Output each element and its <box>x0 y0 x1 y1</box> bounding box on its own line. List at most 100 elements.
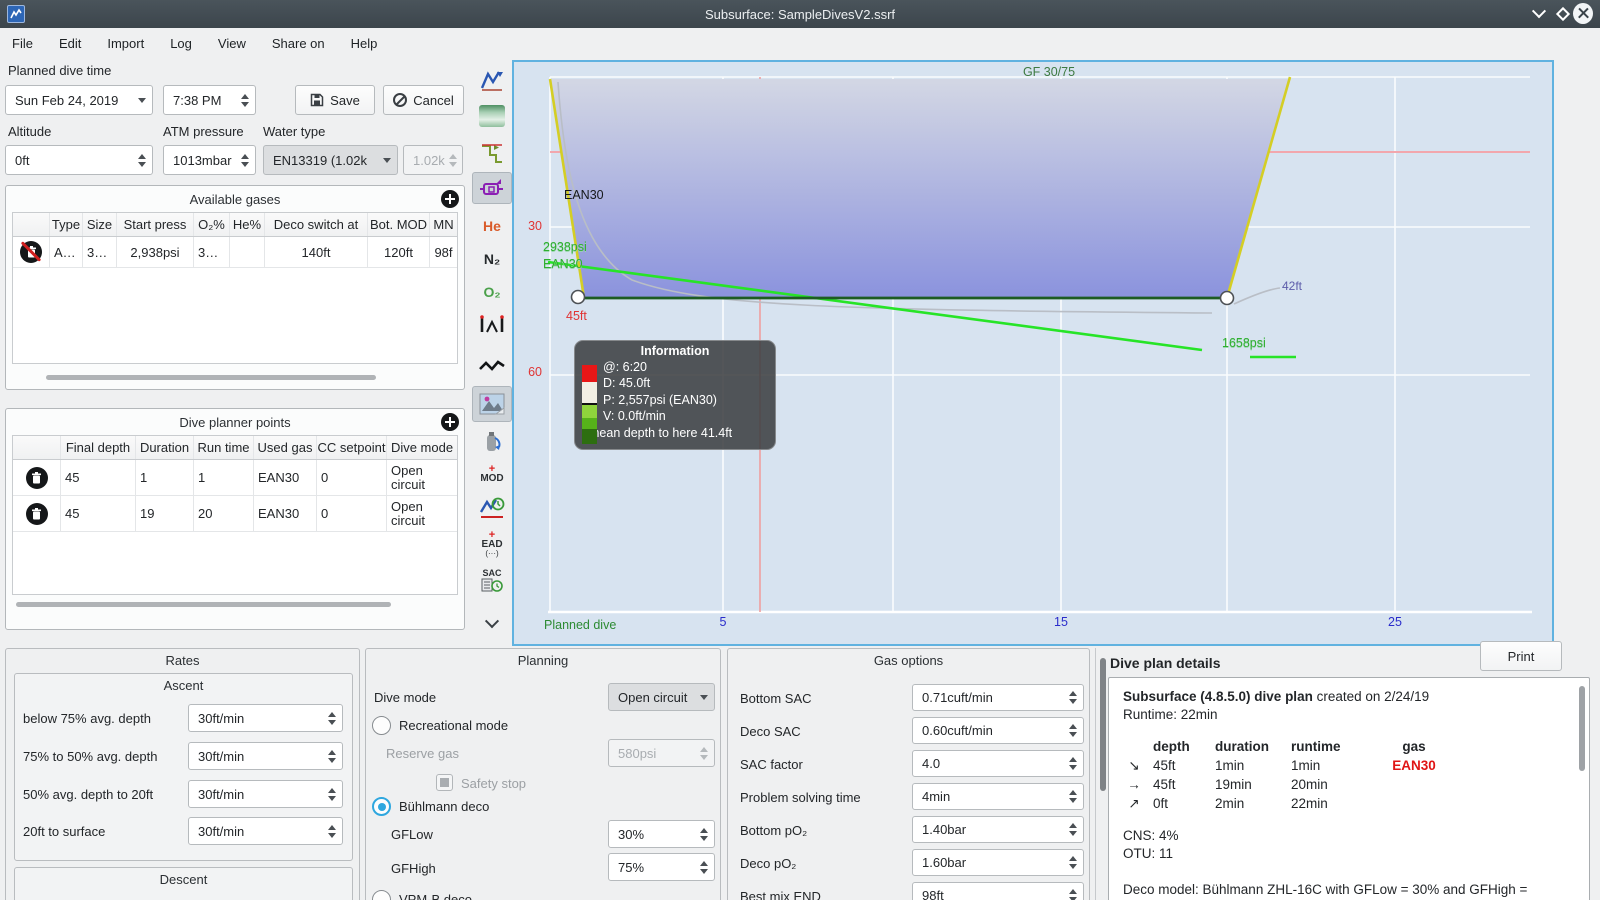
gasopt-spinner[interactable]: 1.60bar <box>912 849 1084 876</box>
gfhigh-spinner[interactable]: 75% <box>608 853 715 881</box>
menu-edit[interactable]: Edit <box>59 36 81 51</box>
point-depth[interactable]: 45 <box>61 460 136 495</box>
menu-import[interactable]: Import <box>107 36 144 51</box>
menu-log[interactable]: Log <box>170 36 192 51</box>
gas-mnd[interactable]: 98f <box>430 237 457 267</box>
col-start-press[interactable]: Start press <box>117 213 194 236</box>
gas-switch-icon[interactable] <box>472 426 512 458</box>
col-run-time[interactable]: Run time <box>194 436 254 459</box>
mod-icon[interactable]: + MOD <box>472 458 512 490</box>
spinner-arrows-icon[interactable] <box>322 781 342 807</box>
gflow-spinner[interactable]: 30% <box>608 820 715 848</box>
buhlmann-deco-radio[interactable] <box>372 797 391 816</box>
gasopt-spinner[interactable]: 1.40bar <box>912 816 1084 843</box>
atm-pressure-spinner[interactable]: 1013mbar <box>163 145 256 175</box>
gasopt-spinner[interactable]: 0.60cuft/min <box>912 717 1084 744</box>
spinner-arrows-icon[interactable] <box>1063 817 1083 842</box>
delete-point-icon[interactable] <box>25 502 48 525</box>
point-duration[interactable]: 19 <box>136 496 194 531</box>
delete-point-icon[interactable] <box>25 466 48 489</box>
point-gas[interactable]: EAN30 <box>254 460 317 495</box>
spinner-arrows-icon[interactable] <box>322 705 342 731</box>
spinner-arrows-icon[interactable] <box>1063 883 1083 900</box>
point-mode[interactable]: Open circuit <box>387 496 457 531</box>
spinner-arrows-icon[interactable] <box>1063 784 1083 809</box>
profile-toggle-icon[interactable] <box>472 64 512 96</box>
spinner-arrows-icon[interactable] <box>694 821 714 847</box>
altitude-spinner[interactable]: 0ft <box>5 145 153 175</box>
spinner-arrows-icon[interactable] <box>1063 685 1083 710</box>
col-dive-mode[interactable]: Dive mode <box>387 436 457 459</box>
minimize-icon[interactable] <box>1529 4 1549 24</box>
col-size[interactable]: Size <box>83 213 117 236</box>
col-deco-switch[interactable]: Deco switch at <box>265 213 368 236</box>
print-button[interactable]: Print <box>1480 641 1562 671</box>
menu-view[interactable]: View <box>218 36 246 51</box>
dc-ceiling-icon[interactable] <box>472 492 512 524</box>
dive-time-spinner[interactable]: 7:38 PM <box>163 85 256 115</box>
profile-handle[interactable] <box>570 289 586 305</box>
gasopt-spinner[interactable]: 98ft <box>912 882 1084 900</box>
profile-handle[interactable] <box>1219 290 1235 306</box>
close-icon[interactable] <box>1573 2 1593 24</box>
spinner-arrows-icon[interactable] <box>235 86 255 114</box>
gas-deco-switch[interactable]: 140ft <box>265 237 368 267</box>
toolbar-scroll-down-icon[interactable] <box>472 608 512 640</box>
gasopt-spinner[interactable]: 0.71cuft/min <box>912 684 1084 711</box>
spinner-arrows-icon[interactable] <box>694 854 714 880</box>
col-type[interactable]: Type <box>50 213 83 236</box>
point-row[interactable]: 45 19 20 EAN30 0 Open circuit <box>13 496 457 532</box>
gas-start-press[interactable]: 2,938psi <box>117 237 194 267</box>
rate-spinner[interactable]: 30ft/min <box>188 817 343 845</box>
gas-row[interactable]: A… 3… 2,938psi 3… 140ft 120ft 98f <box>13 237 457 268</box>
notes-vscrollbar[interactable] <box>1579 686 1585 771</box>
rate-spinner[interactable]: 30ft/min <box>188 742 343 770</box>
gasopt-spinner[interactable]: 4min <box>912 783 1084 810</box>
col-o2[interactable]: O₂% <box>194 213 230 236</box>
spinner-arrows-icon[interactable] <box>132 146 152 174</box>
point-depth[interactable]: 45 <box>61 496 136 531</box>
spinner-arrows-icon[interactable] <box>1063 850 1083 875</box>
cancel-button[interactable]: Cancel <box>383 85 464 115</box>
col-duration[interactable]: Duration <box>136 436 194 459</box>
col-mnd[interactable]: MN <box>430 213 457 236</box>
point-runtime[interactable]: 20 <box>194 496 254 531</box>
col-final-depth[interactable]: Final depth <box>61 436 136 459</box>
spinner-arrows-icon[interactable] <box>322 818 342 844</box>
gas-size[interactable]: 3… <box>83 237 117 267</box>
delete-gas-icon[interactable] <box>20 241 42 263</box>
point-setpoint[interactable]: 0 <box>317 460 387 495</box>
tank-pressure-icon[interactable] <box>472 309 512 341</box>
spinner-arrows-icon[interactable] <box>235 146 255 174</box>
recreational-mode-radio[interactable] <box>372 716 391 735</box>
add-gas-button[interactable] <box>441 190 459 208</box>
gas-type[interactable]: A… <box>50 237 83 267</box>
spinner-arrows-icon[interactable] <box>1063 751 1083 776</box>
rate-spinner[interactable]: 30ft/min <box>188 704 343 732</box>
point-runtime[interactable]: 1 <box>194 460 254 495</box>
gas-bot-mod[interactable]: 120ft <box>368 237 430 267</box>
calculated-ceiling-icon[interactable] <box>472 138 512 170</box>
point-setpoint[interactable]: 0 <box>317 496 387 531</box>
save-button[interactable]: Save <box>295 85 375 115</box>
point-gas[interactable]: EAN30 <box>254 496 317 531</box>
point-row[interactable]: 45 1 1 EAN30 0 Open circuit <box>13 460 457 496</box>
col-cc-setpoint[interactable]: CC setpoint <box>317 436 387 459</box>
rate-spinner[interactable]: 30ft/min <box>188 780 343 808</box>
ead-icon[interactable]: + EAD (···) <box>472 528 512 560</box>
point-mode[interactable]: Open circuit <box>387 460 457 495</box>
col-bot-mod[interactable]: Bot. MOD <box>368 213 430 236</box>
oxygen-graph-icon[interactable]: O₂ <box>472 276 512 308</box>
helium-graph-icon[interactable]: He <box>472 210 512 242</box>
maximize-icon[interactable] <box>1553 4 1573 24</box>
spinner-arrows-icon[interactable] <box>322 743 342 769</box>
menu-share-on[interactable]: Share on <box>272 36 325 51</box>
heart-rate-icon[interactable] <box>472 350 512 382</box>
gasopt-spinner[interactable]: 4.0 <box>912 750 1084 777</box>
gas-o2[interactable]: 3… <box>194 237 230 267</box>
add-point-button[interactable] <box>441 413 459 431</box>
ceiling-toggle-icon[interactable] <box>472 100 512 132</box>
edit-dive-points-icon[interactable] <box>472 172 512 204</box>
point-duration[interactable]: 1 <box>136 460 194 495</box>
safety-stop-checkbox[interactable] <box>436 774 453 791</box>
